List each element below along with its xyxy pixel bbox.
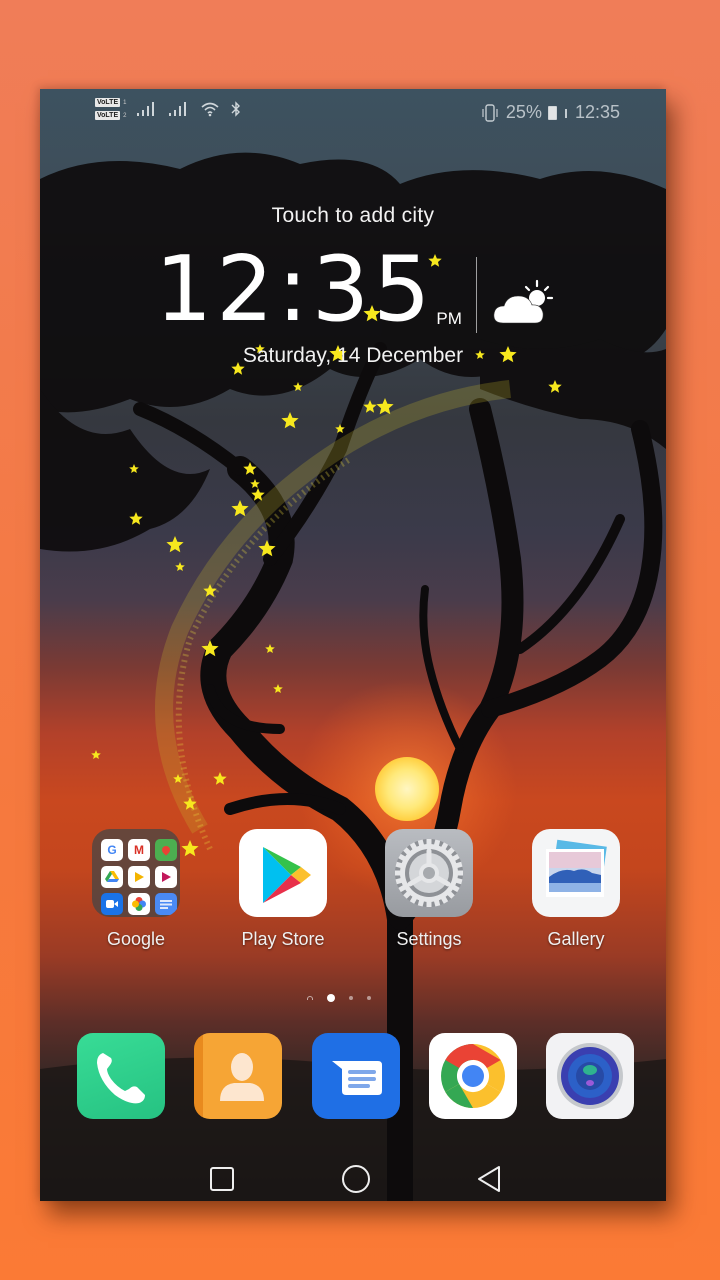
google-icon: G — [101, 839, 123, 861]
app-label-play-store: Play Store — [241, 929, 325, 949]
star-particle — [363, 400, 377, 413]
star-particle — [273, 684, 283, 693]
circle-home-icon — [342, 1165, 370, 1193]
page-dot-3[interactable] — [367, 996, 371, 1000]
star-particle — [175, 562, 185, 571]
battery-percent: 25% — [505, 102, 542, 122]
messages-icon — [332, 1061, 382, 1095]
phone-icon — [97, 1053, 145, 1104]
volte-sim1-badge: VoLTE — [95, 98, 121, 107]
star-particle — [231, 500, 249, 517]
clock-widget[interactable]: 12:35 PM — [155, 237, 555, 342]
dock-chrome[interactable] — [429, 1033, 517, 1119]
docs-icon — [155, 893, 177, 915]
home-button[interactable] — [341, 1164, 371, 1194]
status-time: 12:35 — [574, 102, 620, 122]
dock-phone[interactable] — [77, 1033, 165, 1119]
signal-small-icon — [564, 108, 567, 118]
vibrate-icon — [482, 103, 498, 122]
play-store-icon — [239, 829, 327, 917]
recents-button[interactable] — [207, 1164, 237, 1194]
page-dot-2[interactable] — [349, 996, 353, 1000]
star-particle — [91, 750, 101, 759]
square-recents-icon — [210, 1167, 234, 1191]
camera-icon — [557, 1043, 623, 1109]
settings-gear-icon — [385, 829, 473, 917]
duo-icon — [101, 893, 123, 915]
sun — [375, 757, 439, 821]
clock-date: Saturday, 14 December — [242, 344, 464, 367]
app-label-settings: Settings — [396, 929, 462, 949]
dock-camera[interactable] — [546, 1033, 634, 1119]
star-particle — [281, 412, 299, 429]
partly-cloudy-icon[interactable] — [491, 277, 555, 327]
page-dot-home[interactable] — [307, 996, 313, 1000]
maps-icon — [155, 839, 177, 861]
clock-ampm: PM — [436, 309, 462, 328]
page-indicator[interactable] — [40, 994, 652, 1002]
phone-screen: VoLTE 1 VoLTE 2 25% 12:35 Touch to add cit… — [40, 89, 666, 1201]
gmail-icon: M — [128, 839, 150, 861]
app-gallery[interactable]: Gallery — [516, 829, 636, 950]
star-particle — [213, 772, 227, 785]
clock-divider — [475, 257, 477, 333]
volte-sim2-badge: VoLTE — [95, 111, 121, 120]
add-city-link[interactable]: Touch to add city — [40, 204, 666, 228]
star-particle — [265, 644, 275, 653]
photos-icon — [128, 893, 150, 915]
page-dot-1-active[interactable] — [327, 994, 335, 1002]
navigation-bar — [40, 1152, 666, 1201]
app-play-store[interactable]: Play Store — [223, 829, 343, 950]
battery-icon — [547, 105, 557, 120]
google-folder-icon: G M — [92, 829, 180, 917]
wifi-icon — [201, 102, 220, 117]
gallery-icon — [532, 829, 620, 917]
star-particle — [166, 536, 184, 553]
status-bar: VoLTE 1 VoLTE 2 25% 12:35 — [95, 98, 620, 122]
app-label-google: Google — [106, 929, 166, 949]
contacts-icon — [220, 1053, 264, 1101]
app-google-folder[interactable]: G M Google — [76, 829, 196, 950]
dock-contacts[interactable] — [194, 1033, 282, 1119]
play-games-icon — [128, 866, 150, 888]
bluetooth-icon — [231, 101, 241, 117]
triangle-back-icon — [478, 1166, 500, 1192]
chrome-icon — [441, 1044, 505, 1108]
clock-time: 12:35 — [155, 237, 435, 342]
dock-messages[interactable] — [312, 1033, 400, 1119]
signal-sim2-icon — [169, 102, 187, 116]
signal-sim1-icon — [137, 102, 155, 116]
drive-icon — [101, 866, 123, 888]
app-settings[interactable]: Settings — [369, 829, 489, 950]
app-label-gallery: Gallery — [547, 929, 605, 949]
play-movies-icon — [155, 866, 177, 888]
back-button[interactable] — [474, 1164, 504, 1194]
